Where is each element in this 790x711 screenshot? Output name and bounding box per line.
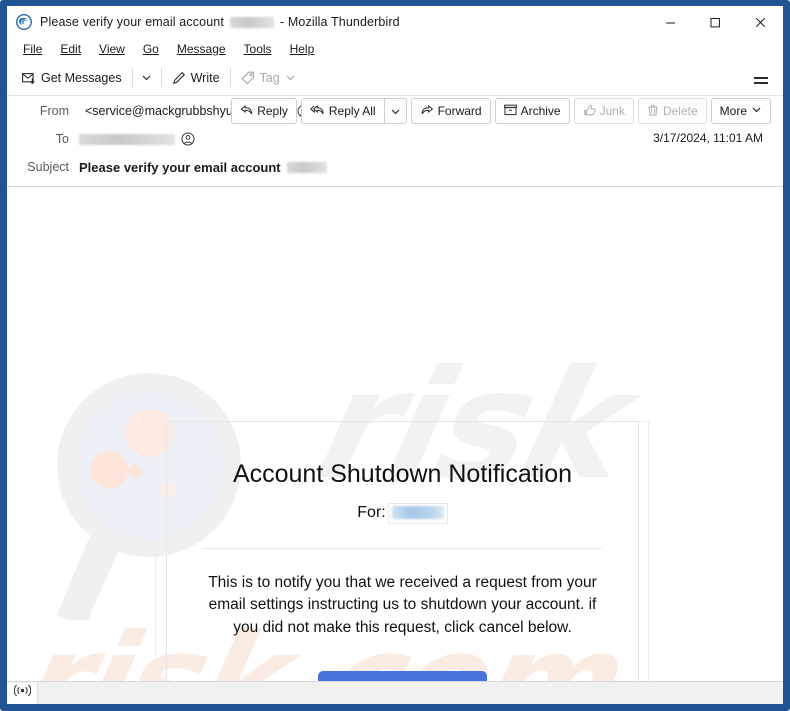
write-button[interactable]: Write <box>165 65 227 90</box>
junk-button[interactable]: Junk <box>573 98 634 124</box>
window-title-suffix: - Mozilla Thunderbird <box>279 15 400 29</box>
subject-value: Please verify your email account <box>79 160 773 175</box>
menu-file[interactable]: File <box>15 40 50 58</box>
reply-all-button[interactable]: Reply All <box>300 98 385 124</box>
toolbar-divider-1 <box>131 68 133 87</box>
to-contact-icon[interactable] <box>181 132 195 146</box>
archive-label: Archive <box>520 104 561 118</box>
reply-all-icon <box>309 104 325 119</box>
hamburger-menu-icon <box>754 76 768 79</box>
email-for-label: For: <box>357 504 386 522</box>
email-title: Account Shutdown Notification <box>232 460 573 488</box>
thunderbird-icon <box>16 14 32 30</box>
window-title: Please verify your email account - Mozil… <box>40 15 400 29</box>
from-label: From <box>39 104 69 118</box>
message-body: risk risk.com Account Shutdown Notificat… <box>7 187 783 681</box>
pencil-icon <box>172 71 186 85</box>
reply-icon <box>240 104 253 119</box>
maximize-button[interactable] <box>693 6 738 38</box>
status-bar <box>7 681 783 704</box>
message-date: 3/17/2024, 11:01 AM <box>653 130 763 145</box>
email-recipient-redaction <box>391 506 444 520</box>
window-title-prefix: Please verify your email account <box>40 15 224 29</box>
forward-button[interactable]: Forward <box>410 98 491 124</box>
menu-view[interactable]: View <box>91 40 133 58</box>
more-label: More <box>719 104 747 118</box>
to-row: To 3/17/2024, 11:01 AM <box>7 126 783 154</box>
delete-button[interactable]: Delete <box>637 98 707 124</box>
subject-redaction <box>286 161 327 173</box>
title-bar: Please verify your email account - Mozil… <box>7 6 783 38</box>
email-for-field <box>387 502 448 524</box>
email-divider <box>203 547 602 549</box>
message-header: From <service@mackgrubbshyundai.com> Rep… <box>7 96 783 187</box>
to-value <box>79 132 653 146</box>
connection-status-button[interactable] <box>7 682 38 704</box>
app-menu-button[interactable] <box>748 65 774 91</box>
from-row: From <service@mackgrubbshyundai.com> Rep… <box>7 96 783 126</box>
main-toolbar: Get Messages Write Tag <box>7 60 783 96</box>
to-address-redaction <box>79 133 175 145</box>
toolbar-divider-3 <box>229 68 231 87</box>
subject-text: Please verify your email account <box>79 159 281 175</box>
menu-bar: File Edit View Go Message Tools Help <box>7 38 783 60</box>
trash-icon <box>647 104 659 119</box>
get-messages-button[interactable]: Get Messages <box>15 65 129 90</box>
tag-chevron-down-icon[interactable] <box>285 72 296 83</box>
window-controls <box>648 6 783 38</box>
subject-label: Subject <box>27 160 69 174</box>
forward-label: Forward <box>437 104 482 118</box>
toolbar-divider-2 <box>160 68 162 87</box>
email-card: Account Shutdown Notification For: This … <box>166 421 639 681</box>
menu-edit[interactable]: Edit <box>52 40 89 58</box>
menu-message[interactable]: Message <box>169 40 234 58</box>
reply-label: Reply <box>257 104 288 118</box>
email-body-text: This is to notify you that we received a… <box>208 573 597 636</box>
minimize-button[interactable] <box>648 6 693 38</box>
thunderbird-window: Please verify your email account - Mozil… <box>0 0 790 711</box>
menu-go[interactable]: Go <box>135 40 167 58</box>
email-for-line: For: <box>167 502 638 524</box>
forward-icon <box>420 104 434 119</box>
get-messages-icon <box>22 71 36 85</box>
message-actions: Reply Reply All Forward Archive Junk Del… <box>227 98 773 124</box>
window-title-redaction <box>229 16 274 28</box>
chevron-down-icon <box>391 109 400 114</box>
junk-label: Junk <box>599 104 625 118</box>
more-chevron-down-icon <box>751 104 762 118</box>
archive-icon <box>503 104 517 119</box>
junk-icon <box>583 104 596 119</box>
delete-label: Delete <box>662 104 698 118</box>
get-messages-label: Get Messages <box>41 70 122 85</box>
subject-row: Subject Please verify your email account <box>7 154 783 186</box>
reply-button[interactable]: Reply <box>231 98 297 124</box>
menu-tools[interactable]: Tools <box>236 40 280 58</box>
tag-label: Tag <box>259 70 280 85</box>
close-button[interactable] <box>738 6 783 38</box>
archive-button[interactable]: Archive <box>494 98 570 124</box>
chevron-down-icon <box>142 75 151 81</box>
from-value: <service@mackgrubbshyundai.com> <box>79 104 311 118</box>
menu-help[interactable]: Help <box>282 40 323 58</box>
reply-all-dropdown[interactable] <box>383 98 407 124</box>
to-label: To <box>55 132 69 146</box>
reply-all-label: Reply All <box>328 104 376 118</box>
broadcast-icon <box>13 684 31 702</box>
tag-icon <box>240 71 255 85</box>
get-messages-dropdown[interactable] <box>136 65 158 90</box>
cancel-shut-down-button[interactable]: Cancel shut down <box>317 671 488 681</box>
tag-button[interactable]: Tag <box>234 65 303 90</box>
more-button[interactable]: More <box>710 98 771 124</box>
write-label: Write <box>190 70 220 85</box>
cta-wrapper: Cancel shut down <box>167 671 638 681</box>
